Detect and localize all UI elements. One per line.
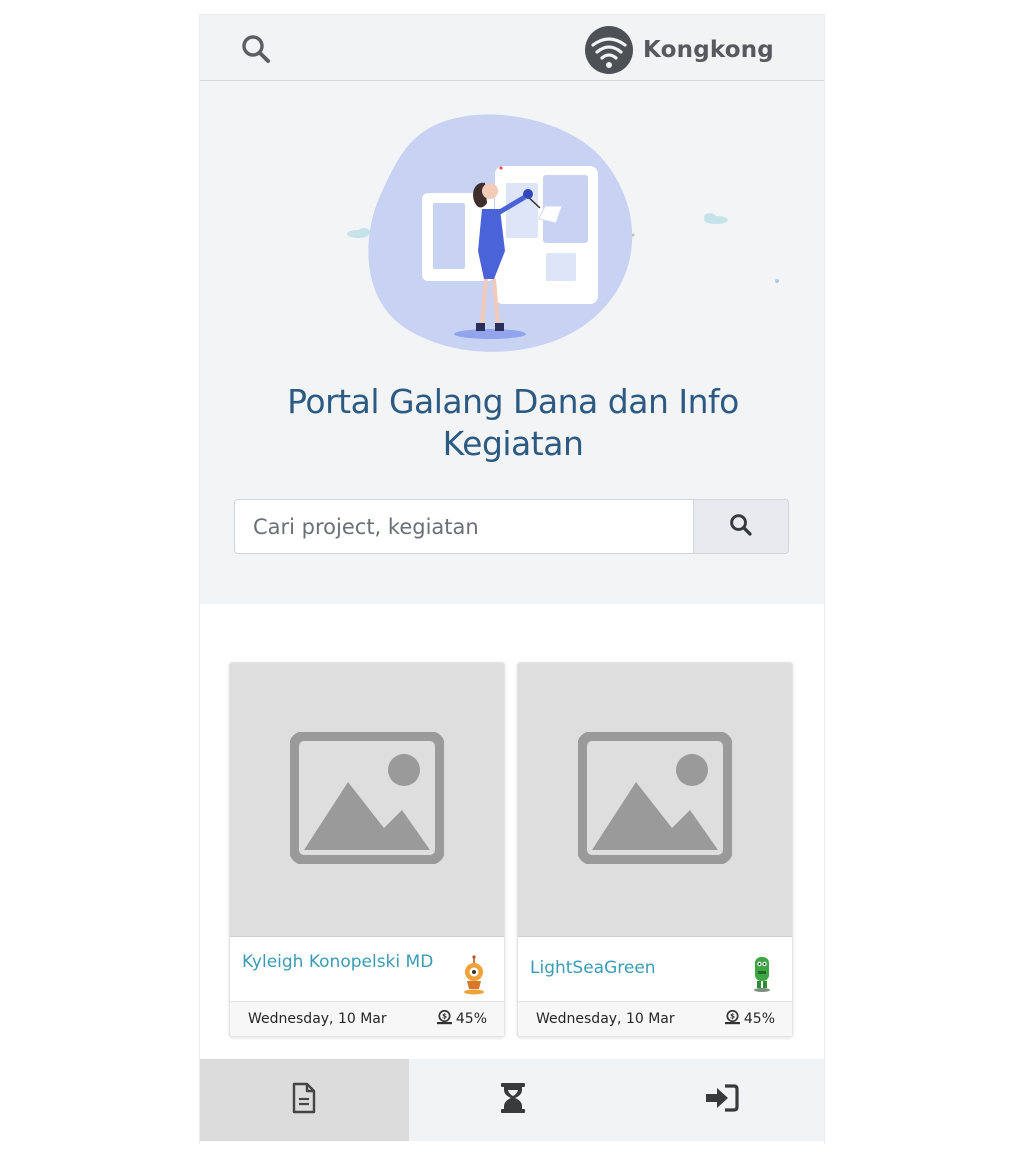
card-date: Wednesday, 10 Mar — [248, 1011, 387, 1027]
search-icon[interactable] — [240, 33, 272, 65]
orange-robot-avatar-icon — [458, 955, 490, 995]
brand[interactable]: Kongkong — [584, 25, 774, 75]
search-box — [234, 499, 789, 554]
search-input[interactable] — [235, 500, 693, 553]
top-bar: Kongkong — [200, 15, 824, 81]
card-meta: Wednesday, 10 Mar $ 45% — [518, 1001, 792, 1036]
hero-section: Portal Galang Dana dan Info Kegiatan — [200, 81, 824, 604]
search-icon — [728, 512, 754, 542]
hourglass-icon — [500, 1082, 526, 1118]
page-title-line-2: Kegiatan — [442, 424, 584, 463]
card-title[interactable]: Kyleigh Konopelski MD — [242, 951, 444, 974]
bottom-nav — [200, 1059, 824, 1141]
tab-documents[interactable] — [200, 1059, 409, 1141]
card-date: Wednesday, 10 Mar — [536, 1011, 675, 1027]
card-progress-value: 45% — [455, 1011, 487, 1027]
image-placeholder-icon — [577, 730, 733, 868]
card-progress: $ 45% — [724, 1009, 775, 1029]
sign-in-icon — [705, 1084, 739, 1116]
card-thumbnail — [518, 663, 792, 937]
money-icon: $ — [724, 1009, 741, 1029]
tab-login[interactable] — [617, 1059, 824, 1141]
app-screen: Kongkong Portal Galang Dana dan Info Keg… — [199, 14, 825, 1144]
page-title: Portal Galang Dana dan Info Kegiatan — [240, 381, 786, 465]
card-progress: $ 45% — [436, 1009, 487, 1029]
presentation-illustration — [340, 111, 790, 361]
money-icon: $ — [436, 1009, 453, 1029]
card-meta: Wednesday, 10 Mar $ 45% — [230, 1001, 504, 1036]
card-title[interactable]: LightSeaGreen — [530, 957, 732, 980]
document-icon — [291, 1082, 317, 1118]
svg-text:$: $ — [730, 1012, 735, 1020]
card-progress-value: 45% — [743, 1011, 775, 1027]
card-info: Kyleigh Konopelski MD — [230, 937, 504, 1001]
green-robot-avatar-icon — [746, 953, 778, 993]
card-thumbnail — [230, 663, 504, 937]
project-card[interactable]: Kyleigh Konopelski MD Wednesday, 10 Mar — [229, 662, 505, 1037]
svg-text:$: $ — [442, 1012, 447, 1020]
page-title-line-1: Portal Galang Dana dan Info — [287, 382, 739, 421]
project-card[interactable]: LightSeaGreen Wednesday, 10 Mar $ 45% — [517, 662, 793, 1037]
brand-name: Kongkong — [643, 37, 774, 63]
kongkong-logo-icon — [584, 25, 634, 75]
search-button[interactable] — [693, 500, 788, 553]
tab-pending[interactable] — [409, 1059, 618, 1141]
image-placeholder-icon — [289, 730, 445, 868]
card-info: LightSeaGreen — [518, 937, 792, 1001]
